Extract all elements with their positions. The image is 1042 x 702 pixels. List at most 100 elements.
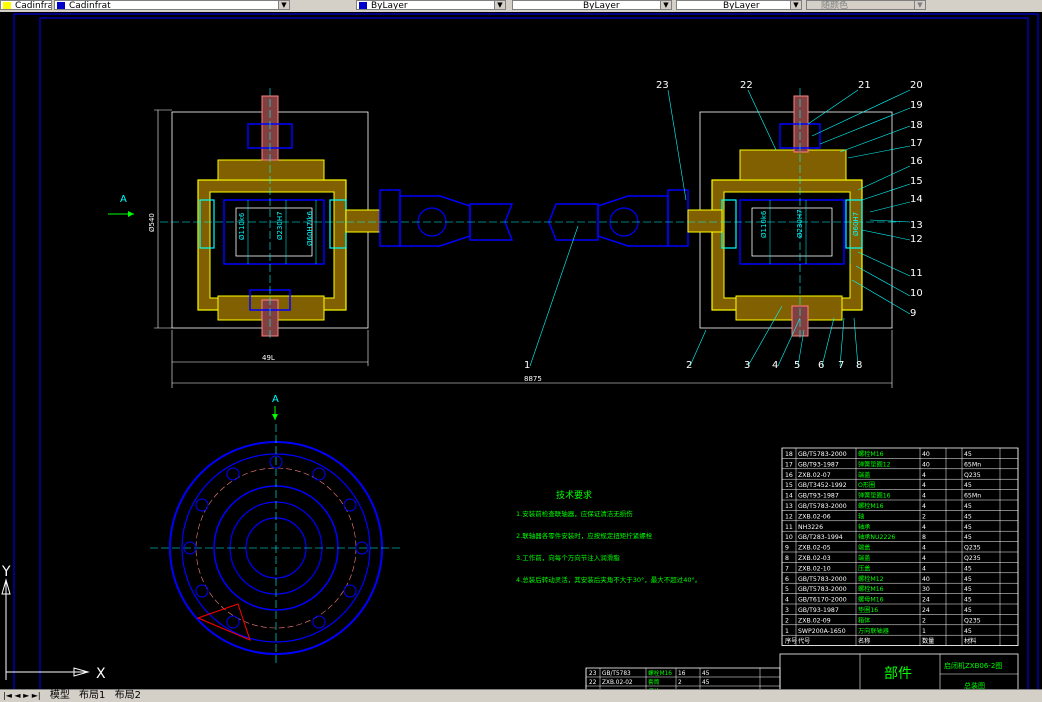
bom-cell: 4 <box>922 472 926 479</box>
linetype-control[interactable]: ByLayer ▼ <box>512 0 672 10</box>
layer-control[interactable]: Cadinfrat <box>0 0 52 10</box>
bom-cell: 4 <box>922 503 926 510</box>
balloon-19: 19 <box>910 100 923 111</box>
bom-header-cell: 材料 <box>964 637 976 645</box>
chevron-down-icon[interactable]: ▼ <box>278 1 289 9</box>
bom-cell: GB/T3452-1992 <box>798 482 847 489</box>
bom-cell: 16 <box>785 472 793 479</box>
layer-previous-icon[interactable] <box>294 0 308 10</box>
ucs-x-label: X <box>96 666 106 682</box>
dim-hub-right: Ø230H7 <box>796 209 804 238</box>
bom-cell: 1 <box>785 628 789 635</box>
bom-cell: GB/T5783-2000 <box>798 451 847 458</box>
bom-cell: Q235 <box>964 617 981 624</box>
chevron-down-icon[interactable]: ▼ <box>790 1 801 9</box>
bom-cell: O形圈 <box>858 481 875 489</box>
balloon-2: 2 <box>686 360 692 371</box>
dim-shaft-right: Ø110k6 <box>760 210 768 238</box>
bom-cell: 4 <box>922 565 926 572</box>
bom-cell: 15 <box>785 482 793 489</box>
bom-cell: 9 <box>785 545 789 552</box>
layer-dropdown[interactable]: Cadinfrat ▼ <box>54 0 290 10</box>
balloon-17: 17 <box>910 138 923 149</box>
bom-cell: 箱体 <box>858 616 871 624</box>
layer-name: Cadinfrat <box>15 1 51 10</box>
balloon-18: 18 <box>910 120 923 131</box>
balloon-4: 4 <box>772 360 778 371</box>
bom-cell: 45 <box>964 482 972 489</box>
plotstyle-control[interactable]: 随颜色 ▼ <box>806 0 926 10</box>
bom-header-cell: 序号 <box>785 637 797 645</box>
bom-cell: SWP200A-1650 <box>798 628 846 635</box>
balloon-13: 13 <box>910 220 923 231</box>
bom-cell: 45 <box>964 607 972 614</box>
balloon-23: 23 <box>656 80 669 91</box>
balloon-1: 1 <box>524 360 530 371</box>
view-label-top: A <box>120 194 127 205</box>
bom-cell: 40 <box>922 451 930 458</box>
bom-cell: 30 <box>922 586 930 593</box>
drawing-canvas[interactable]: Ø110k6 Ø230H7 Ø60H7/k6 Ø110k6 Ø230H7 Ø60… <box>0 12 1042 699</box>
tab-nav-buttons[interactable]: |◄ ◄ ► ►| <box>0 690 44 702</box>
bom-cell: Q235 <box>964 545 981 552</box>
tab-layout2[interactable]: 布局2 <box>112 690 144 702</box>
chevron-down-icon[interactable]: ▼ <box>494 1 505 9</box>
bom-cell: 45 <box>964 524 972 531</box>
tab-layout1[interactable]: 布局1 <box>76 690 108 702</box>
bom-cell: 4 <box>922 493 926 500</box>
dim-bore-left: Ø60H7/k6 <box>306 210 314 246</box>
layer-name-value: Cadinfrat <box>69 1 111 10</box>
bom-cell: GB/T93-1987 <box>798 461 839 468</box>
bom-lower-cell: 45 <box>702 680 710 686</box>
bom-cell: 轴承 <box>858 523 870 531</box>
bom-cell: ZXB.02-10 <box>798 565 831 572</box>
balloon-11: 11 <box>910 268 923 279</box>
bom-cell: 65Mn <box>964 493 981 500</box>
bom-lower-cell: 螺栓M16 <box>648 669 672 677</box>
chevron-down-icon[interactable]: ▼ <box>660 1 671 9</box>
bom-lower-cell: 16 <box>678 671 686 677</box>
layer-states-icon[interactable] <box>310 0 324 10</box>
bom-cell: ZXB.02-09 <box>798 617 831 624</box>
drawing-code: 启闭机ZXB06-2图 <box>944 661 1002 670</box>
tab-model[interactable]: 模型 <box>47 690 73 702</box>
layer-icon[interactable] <box>326 0 340 10</box>
bom-cell: 压盖 <box>858 564 870 572</box>
dim-total: 8875 <box>524 375 542 383</box>
tech-req-item-2: 2.联轴器各零件安装时，应按规定扭矩拧紧螺栓 <box>516 531 653 540</box>
bom-cell: 1 <box>922 628 926 635</box>
bom-cell: GB/T6170-2000 <box>798 597 847 604</box>
bom-lower-cell: 2 <box>678 680 682 686</box>
bom-lower-cell: GB/T5783 <box>602 671 631 677</box>
tech-req-title: 技术要求 <box>556 489 592 501</box>
bom-cell: ZXB.02-03 <box>798 555 831 562</box>
balloon-10: 10 <box>910 288 923 299</box>
view-label-side: A <box>272 394 279 405</box>
bom-cell: 垫圈16 <box>858 606 878 614</box>
bom-cell: 14 <box>785 493 793 500</box>
bom-cell: 45 <box>964 597 972 604</box>
bom-cell: 45 <box>964 565 972 572</box>
dim-left-width: 49L <box>262 354 275 362</box>
bom-cell: ZXB.02-05 <box>798 545 831 552</box>
plotstyle-value: 随颜色 <box>821 1 849 10</box>
bom-cell: 40 <box>922 576 930 583</box>
bom-cell: 12 <box>785 513 793 520</box>
bom-cell: NH3226 <box>798 524 823 531</box>
lineweight-control[interactable]: ByLayer ▼ <box>676 0 802 10</box>
bom-cell: 3 <box>785 607 789 614</box>
color-control[interactable]: ByLayer ▼ <box>356 0 506 10</box>
bom-cell: 弹簧垫圈16 <box>858 492 891 500</box>
dim-hub-left: Ø230H7 <box>276 211 284 240</box>
bom-cell: 4 <box>922 555 926 562</box>
chevron-down-icon[interactable]: ▼ <box>914 1 925 9</box>
balloon-15: 15 <box>910 176 923 187</box>
bom-lower-cell: 45 <box>702 671 710 677</box>
bom-cell: 40 <box>922 461 930 468</box>
bom-cell: 4 <box>785 597 789 604</box>
bom-cell: 10 <box>785 534 793 541</box>
bom-cell: 45 <box>964 534 972 541</box>
bom-cell: 7 <box>785 565 789 572</box>
balloon-5: 5 <box>794 360 800 371</box>
bom-cell: Q235 <box>964 555 981 562</box>
